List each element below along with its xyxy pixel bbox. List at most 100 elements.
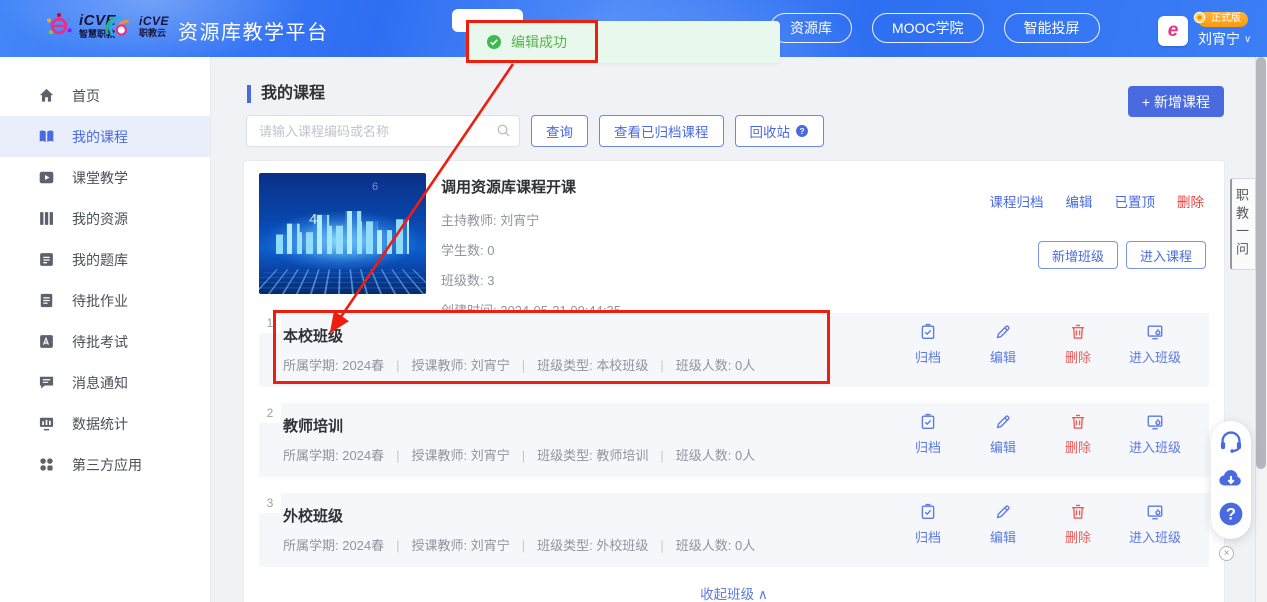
class-meta-part: 授课教师: 刘宵宁 — [411, 358, 510, 373]
row-actions: 归档 编辑 删除 进入班级 — [904, 503, 1181, 546]
help-circle-icon: ? — [795, 124, 809, 138]
header-nav-pill[interactable]: 智能投屏 — [1003, 13, 1100, 43]
sidebar-item-label: 我的资源 — [72, 210, 128, 227]
scrollbar-thumb[interactable] — [1256, 57, 1266, 469]
archive-action[interactable]: 归档 — [904, 503, 952, 546]
meta-separator: | — [521, 538, 526, 553]
question-bank-icon — [38, 251, 55, 268]
class-name[interactable]: 教师培训 — [283, 415, 343, 436]
logo-brand-text: iCVE — [139, 13, 170, 28]
class-meta-part: 班级类型: 外校班级 — [537, 538, 649, 553]
class-name[interactable]: 外校班级 — [283, 505, 343, 526]
platform-title: 资源库教学平台 — [178, 22, 329, 44]
download-button[interactable] — [1218, 467, 1245, 494]
sidebar-item-9[interactable]: 第三方应用 — [0, 444, 210, 485]
user-area[interactable]: e 正式版 刘宵宁 ∨ — [1158, 11, 1251, 49]
sidebar-item-3[interactable]: 我的资源 — [0, 198, 210, 239]
peacock-logo-icon — [102, 10, 134, 42]
customer-service-button[interactable] — [1218, 430, 1245, 457]
avatar[interactable]: e — [1158, 15, 1188, 46]
edit-action[interactable]: 编辑 — [979, 413, 1027, 456]
book-icon — [38, 128, 55, 145]
class-row-0: 1 本校班级 所属学期: 2024春 | 授课教师: 刘宵宁 | 班级类型: 本校班级 | 班级… — [259, 313, 1209, 387]
class-meta-part: 所属学期: 2024春 — [283, 448, 385, 463]
username[interactable]: 刘宵宁 ∨ — [1198, 29, 1251, 49]
sidebar-item-1[interactable]: 我的课程 — [0, 116, 210, 157]
enter-class-icon — [1146, 323, 1164, 341]
archive-action[interactable]: 归档 — [904, 413, 952, 456]
sidebar-item-5[interactable]: 待批作业 — [0, 280, 210, 321]
sidebar-item-2[interactable]: 课堂教学 — [0, 157, 210, 198]
enter-class-action[interactable]: 进入班级 — [1129, 503, 1181, 546]
sidebar-item-8[interactable]: 数据统计 — [0, 403, 210, 444]
logo-icve-zhijiaoyun: iCVE 职教云 — [102, 10, 169, 42]
class-meta-part: 班级人数: 0人 — [675, 448, 756, 463]
delete-action[interactable]: 删除 — [1054, 413, 1102, 456]
svg-text:?: ? — [799, 126, 804, 136]
row-index: 1 — [259, 313, 281, 333]
floating-action-panel: ? — [1211, 421, 1251, 539]
query-button[interactable]: 查询 — [531, 115, 588, 147]
course-link-1[interactable]: 编辑 — [1066, 191, 1093, 211]
swirl-logo-icon — [44, 11, 74, 41]
sidebar-item-4[interactable]: 我的题库 — [0, 239, 210, 280]
course-summary: 4 6 调用资源库课程开课 主持教师: 刘宵宁 学生数: 0 班级数: 3 创建… — [244, 161, 1224, 318]
course-student-count: 学生数: 0 — [441, 243, 495, 258]
course-title[interactable]: 调用资源库课程开课 — [441, 176, 621, 197]
row-action-label: 编辑 — [989, 440, 1016, 455]
main-content: 我的课程 + 新增课程 查询 查看已归档课程 回收站 ? 4 6 调用资源库课程… — [211, 57, 1240, 602]
recycle-bin-button[interactable]: 回收站 ? — [734, 115, 824, 147]
row-action-label: 删除 — [1064, 350, 1091, 365]
logo-sub-text: 职教云 — [139, 27, 167, 38]
trash-icon — [1069, 323, 1087, 341]
row-actions: 归档 编辑 删除 进入班级 — [904, 323, 1181, 366]
row-action-label: 归档 — [914, 530, 941, 545]
row-action-label: 进入班级 — [1128, 530, 1181, 545]
collapse-classes-link[interactable]: 收起班级 ∧ — [244, 583, 1224, 602]
add-class-button[interactable]: 新增班级 — [1037, 241, 1118, 269]
row-action-label: 删除 — [1064, 530, 1091, 545]
sidebar-item-0[interactable]: 首页 — [0, 75, 210, 116]
course-link-0[interactable]: 课程归档 — [990, 191, 1044, 211]
meta-separator: | — [521, 448, 526, 463]
enter-class-action[interactable]: 进入班级 — [1129, 413, 1181, 456]
sidebar-item-label: 第三方应用 — [72, 456, 142, 473]
course-cover-image[interactable]: 4 6 — [259, 173, 426, 294]
success-check-icon — [486, 34, 502, 50]
class-meta-part: 授课教师: 刘宵宁 — [411, 448, 510, 463]
meta-separator: | — [396, 448, 400, 463]
course-link-3[interactable]: 删除 — [1177, 191, 1204, 211]
enter-class-action[interactable]: 进入班级 — [1129, 323, 1181, 366]
cover-digit: 4 — [309, 211, 318, 228]
course-search-input[interactable] — [246, 115, 520, 147]
course-link-2[interactable]: 已置顶 — [1115, 191, 1156, 211]
enter-course-button[interactable]: 进入课程 — [1125, 241, 1206, 269]
sidebar-item-7[interactable]: 消息通知 — [0, 362, 210, 403]
archive-icon — [919, 413, 937, 431]
class-name[interactable]: 本校班级 — [283, 325, 343, 346]
class-meta-part: 授课教师: 刘宵宁 — [411, 538, 510, 553]
delete-action[interactable]: 删除 — [1054, 503, 1102, 546]
view-archived-button[interactable]: 查看已归档课程 — [599, 115, 724, 147]
header-nav-pill[interactable]: MOOC学院 — [872, 13, 984, 43]
sidebar-menu: 首页我的课程课堂教学我的资源我的题库待批作业待批考试 消息通知 数据统计第三方应用 — [0, 75, 210, 485]
question-icon: ? — [1218, 501, 1244, 532]
sidebar-item-6[interactable]: 待批考试 — [0, 321, 210, 362]
class-meta-part: 班级类型: 本校班级 — [537, 358, 649, 373]
header-nav-pill[interactable]: 资源库 — [770, 13, 852, 43]
delete-action[interactable]: 删除 — [1054, 323, 1102, 366]
course-host-teacher: 主持教师: 刘宵宁 — [441, 213, 540, 228]
edit-action[interactable]: 编辑 — [979, 323, 1027, 366]
cover-digit-small: 6 — [372, 181, 379, 193]
apps-icon — [38, 456, 55, 473]
archive-action[interactable]: 归档 — [904, 323, 952, 366]
version-badge: 正式版 — [1193, 11, 1248, 27]
help-button[interactable]: ? — [1218, 501, 1245, 532]
course-links: 课程归档 编辑 已置顶 删除 — [990, 191, 1205, 211]
zhijiao-yiwen-tab[interactable]: 职教一问 — [1230, 178, 1256, 270]
sidebar-item-label: 我的课程 — [72, 128, 128, 145]
sidebar-item-label: 待批作业 — [72, 292, 128, 309]
edit-action[interactable]: 编辑 — [979, 503, 1027, 546]
close-icon[interactable]: × — [1219, 546, 1234, 561]
add-course-button[interactable]: + 新增课程 — [1127, 86, 1224, 117]
